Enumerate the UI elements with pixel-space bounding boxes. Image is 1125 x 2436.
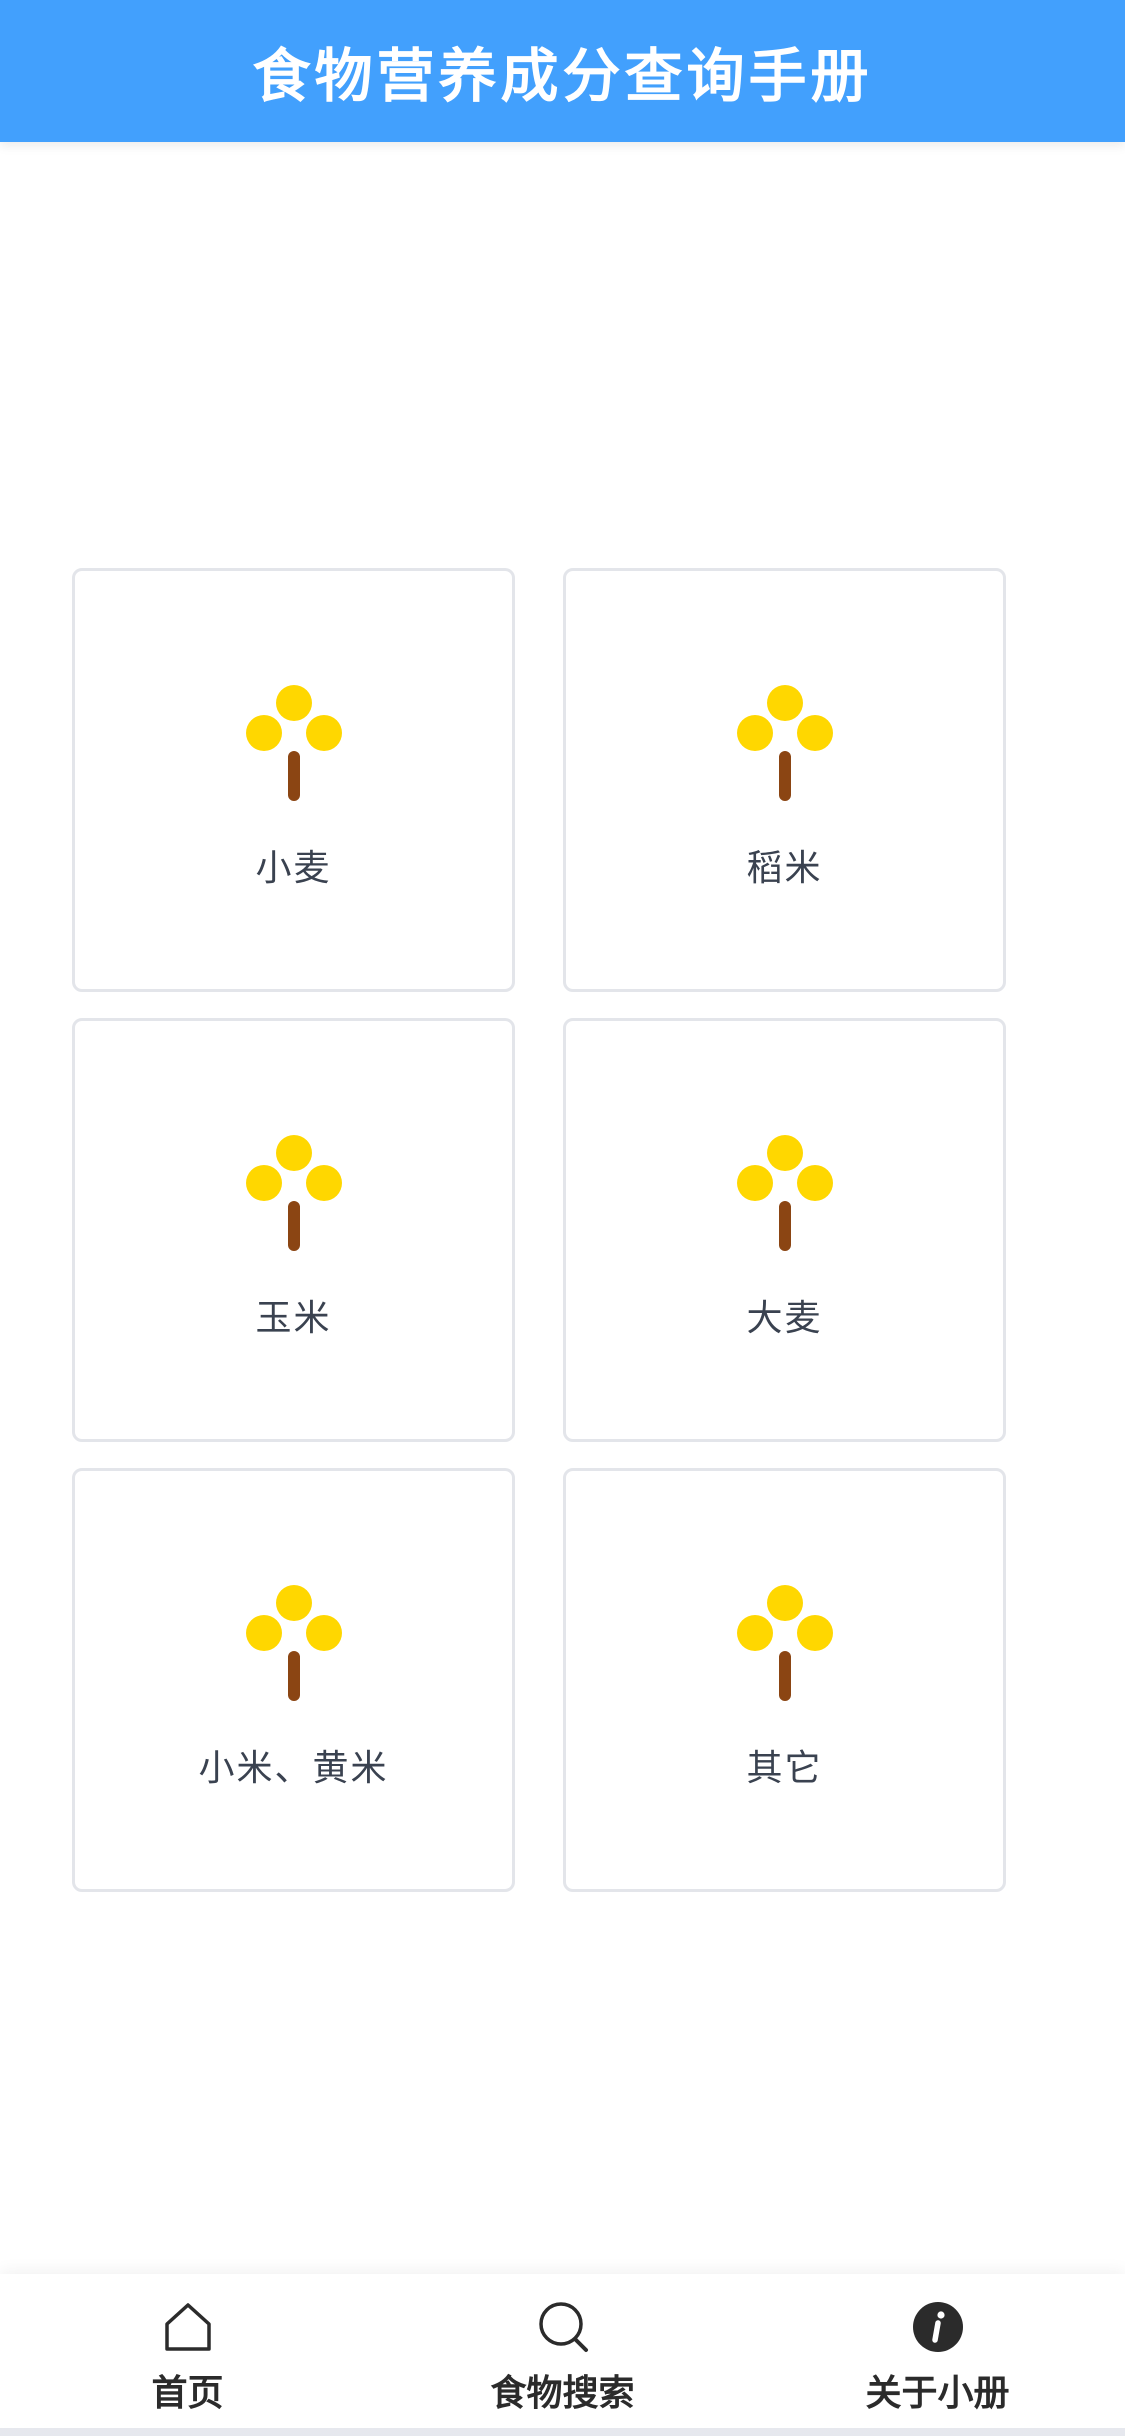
tab-food-search[interactable]: 食物搜索 [375, 2274, 750, 2436]
category-card-corn[interactable]: 玉米 [72, 1018, 515, 1442]
category-label: 小米、黄米 [198, 1748, 389, 1789]
info-icon [912, 2302, 963, 2352]
category-card-other[interactable]: 其它 [563, 1468, 1006, 1892]
grain-tree-icon [245, 1135, 342, 1251]
grain-tree-icon [245, 1585, 342, 1701]
search-icon [538, 2302, 588, 2352]
category-label: 稻米 [746, 848, 823, 889]
tab-label: 关于小册 [865, 2373, 1010, 2414]
header-bar: 食物营养成分查询手册 [0, 0, 1125, 142]
category-label: 其它 [746, 1748, 823, 1789]
category-card-millet[interactable]: 小米、黄米 [72, 1468, 515, 1892]
category-card-rice[interactable]: 稻米 [563, 568, 1006, 992]
grain-tree-icon [736, 685, 833, 801]
grain-tree-icon [736, 1135, 833, 1251]
grain-tree-icon [245, 685, 342, 801]
category-card-barley[interactable]: 大麦 [563, 1018, 1006, 1442]
home-icon [164, 2303, 211, 2351]
app-root: 食物营养成分查询手册 小麦 稻米 玉米 大麦 小米、黄米 其它 首页 食物搜索 … [0, 0, 1125, 2436]
grain-tree-icon [736, 1585, 833, 1701]
category-card-wheat[interactable]: 小麦 [72, 568, 515, 992]
home-indicator [0, 2428, 1125, 2436]
category-label: 小麦 [255, 848, 332, 889]
tab-about[interactable]: 关于小册 [750, 2274, 1125, 2436]
tab-label: 首页 [151, 2373, 224, 2414]
category-label: 玉米 [255, 1298, 332, 1339]
bottom-tab-bar: 首页 食物搜索 关于小册 [0, 2274, 1125, 2436]
tab-home[interactable]: 首页 [0, 2274, 375, 2436]
page-title: 食物营养成分查询手册 [252, 42, 873, 110]
category-grid: 小麦 稻米 玉米 大麦 小米、黄米 其它 [72, 568, 1006, 1892]
category-label: 大麦 [746, 1298, 823, 1339]
tab-label: 食物搜索 [490, 2373, 635, 2414]
